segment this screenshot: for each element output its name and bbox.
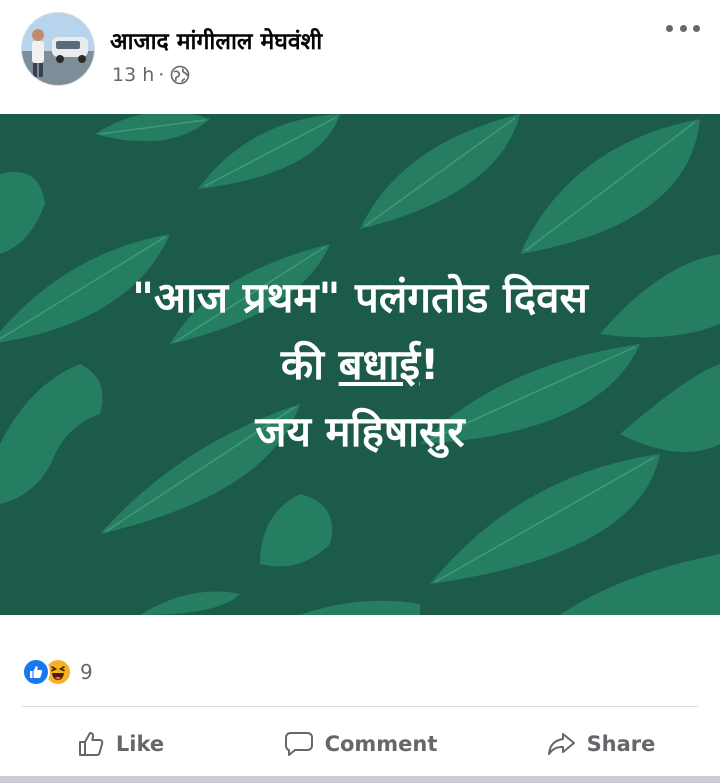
banner-underlined-word: बधाई [338, 339, 420, 389]
reactions-summary[interactable]: 9 [22, 657, 93, 687]
post-actions: Like Comment Share [0, 716, 720, 772]
avatar-photo [22, 13, 94, 85]
banner-line-2: की बधाई! [281, 331, 439, 398]
actions-divider [22, 706, 698, 707]
comment-icon [283, 729, 315, 759]
like-reaction-icon [22, 658, 50, 686]
post-background-banner: "आज प्रथम" पलंगतोड दिवस की बधाई! जय महिष… [0, 114, 720, 615]
banner-line-3: जय महिषासुर [255, 407, 465, 457]
meta-separator: · [158, 64, 165, 86]
author-avatar[interactable] [22, 13, 94, 85]
comment-label: Comment [324, 732, 438, 756]
share-button[interactable]: Share [480, 729, 720, 759]
banner-line-2-suffix: ! [419, 339, 440, 389]
reaction-count: 9 [80, 660, 93, 684]
feed-separator [0, 776, 720, 783]
post-meta: 13 h · [112, 64, 190, 86]
globe-icon [170, 65, 190, 85]
share-label: Share [586, 732, 656, 756]
banner-line-2-prefix: की [280, 339, 339, 389]
like-button[interactable]: Like [0, 729, 240, 759]
author-name[interactable]: आजाद मांगीलाल मेघवंशी [110, 24, 322, 56]
like-label: Like [115, 732, 165, 756]
share-icon [545, 729, 577, 759]
more-options-icon[interactable] [666, 18, 700, 38]
post-time[interactable]: 13 h [112, 64, 154, 86]
banner-line-1: "आज प्रथम" पलंगतोड दिवस [132, 272, 588, 322]
post-header: आजाद मांगीलाल मेघवंशी 13 h · [0, 0, 720, 114]
like-icon [76, 729, 106, 759]
facebook-post: आजाद मांगीलाल मेघवंशी 13 h · "आज प्रथम" … [0, 0, 720, 783]
banner-message: "आज प्रथम" पलंगतोड दिवस की बधाई! जय महिष… [0, 114, 720, 615]
comment-button[interactable]: Comment [240, 729, 480, 759]
